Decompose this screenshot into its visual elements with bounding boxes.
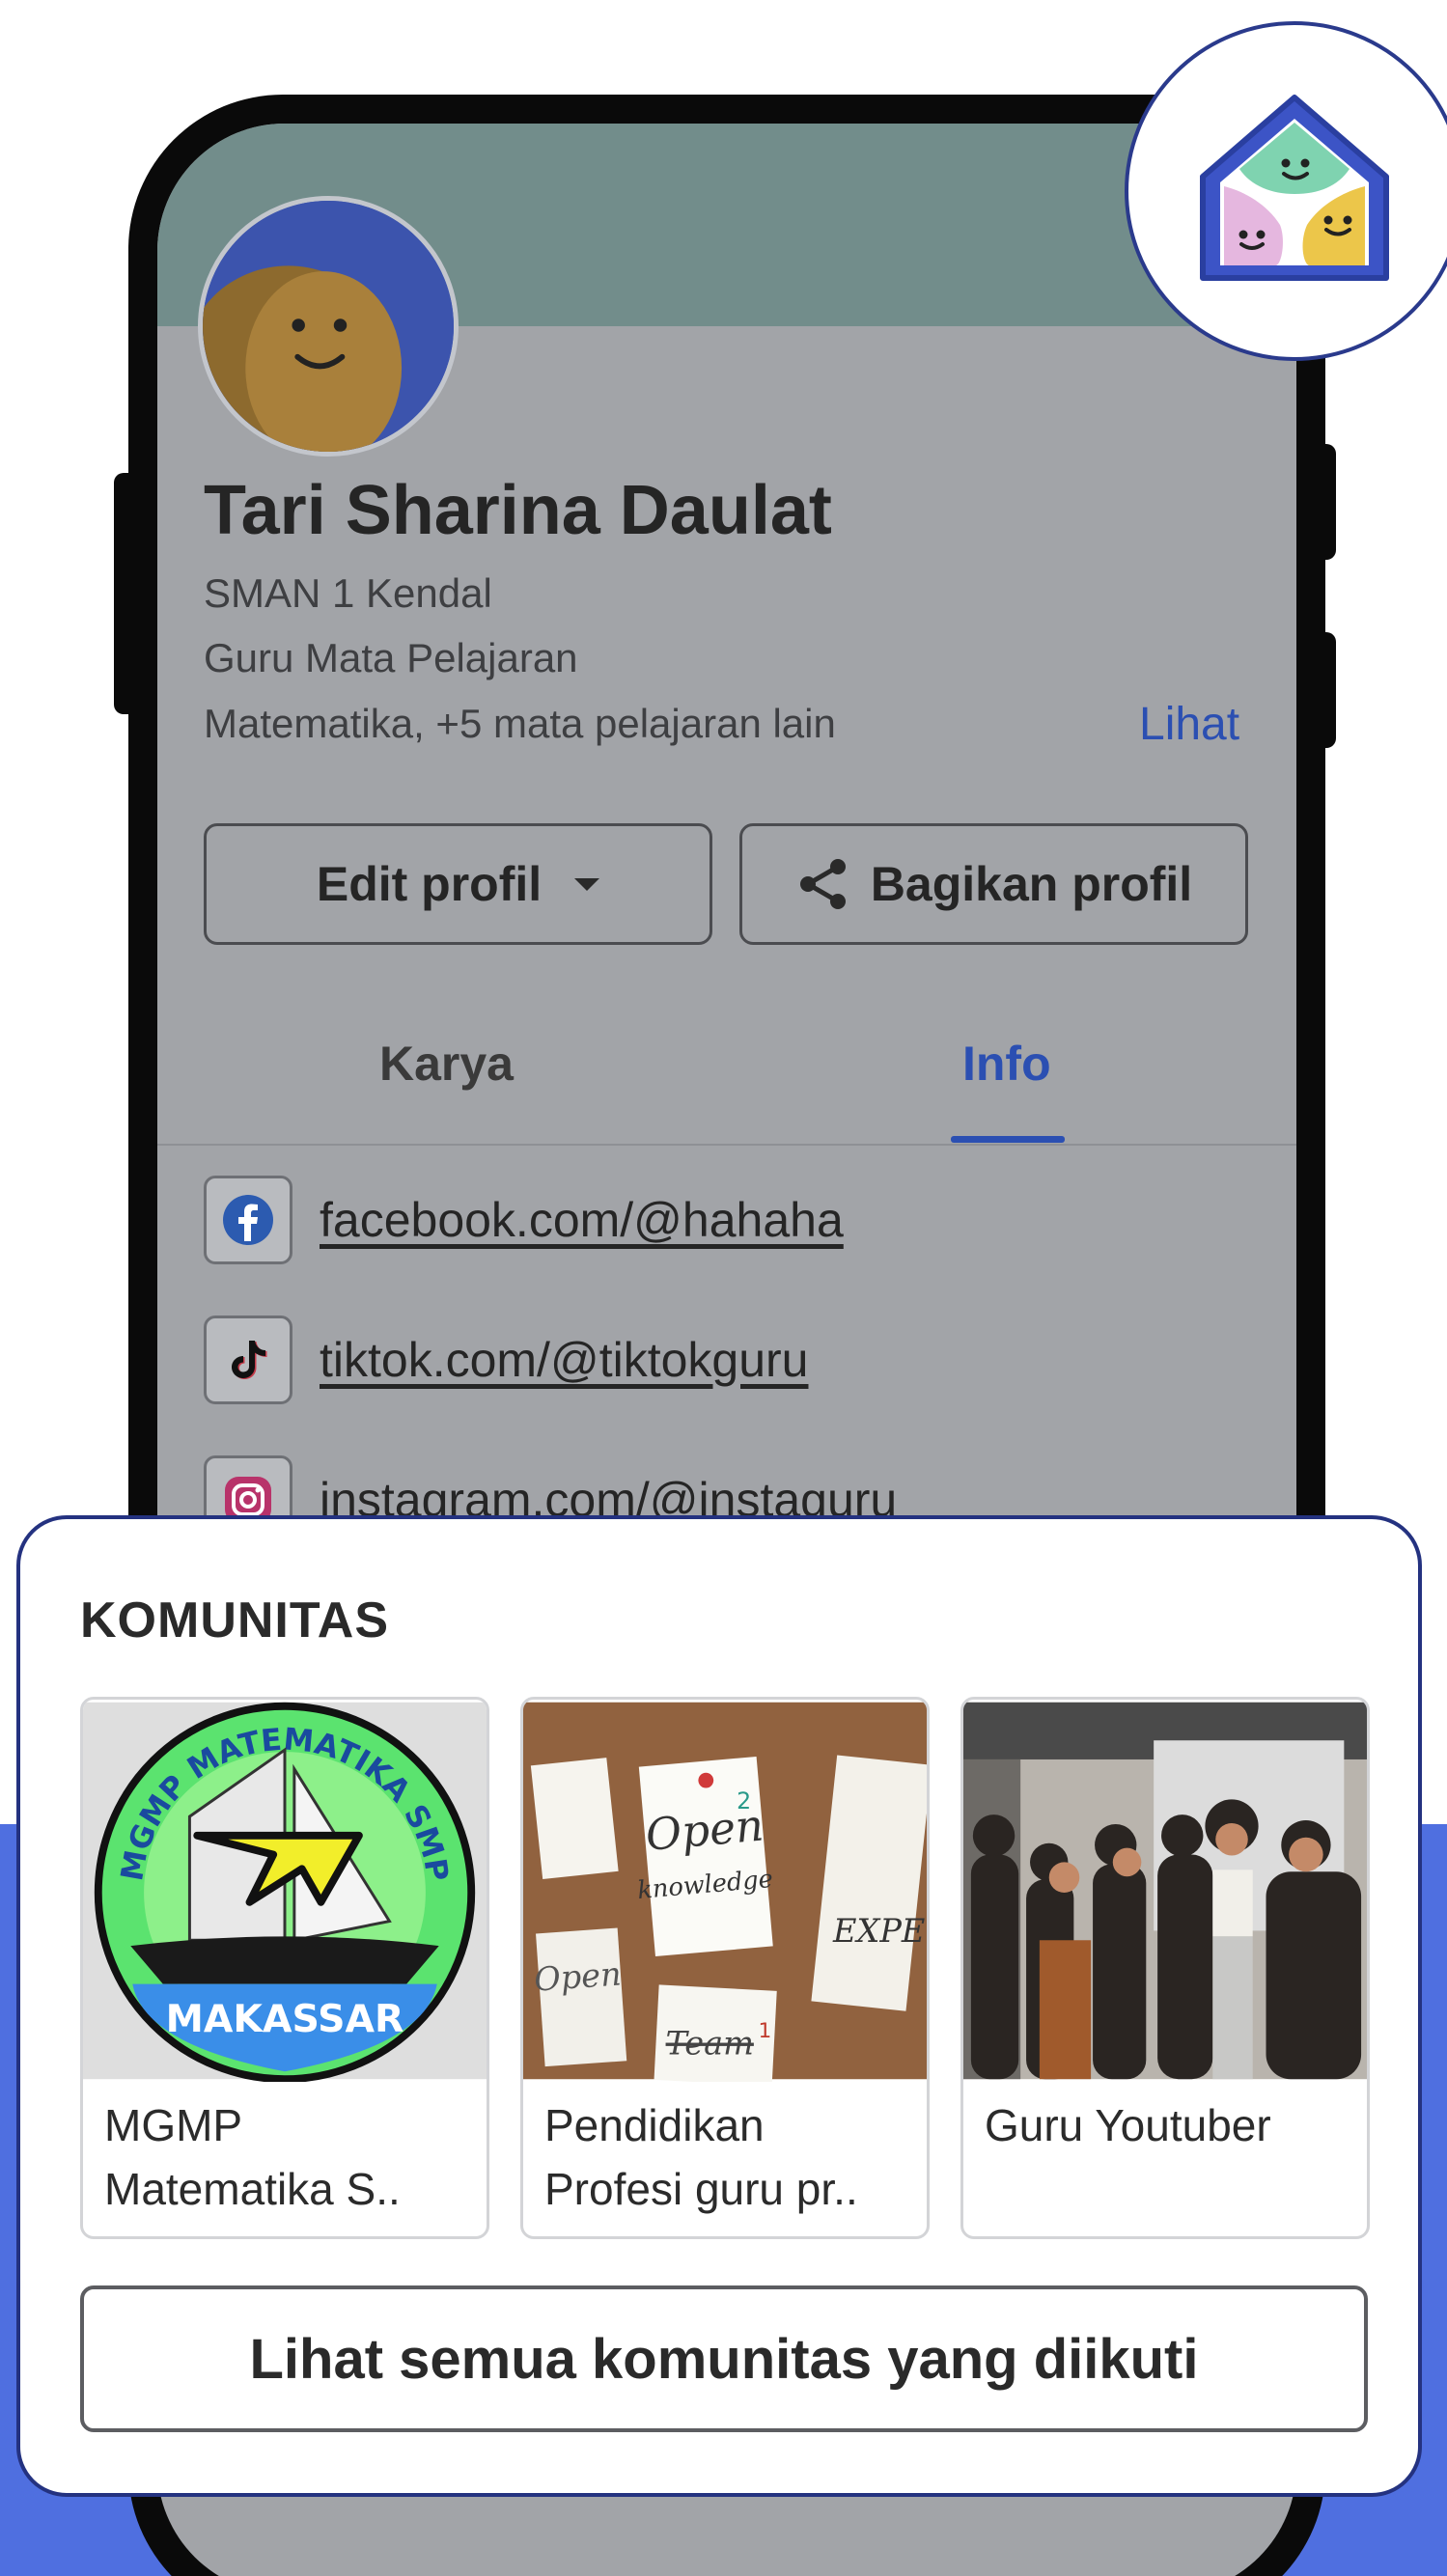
share-profile-label: Bagikan profil [870,857,1193,911]
profile-role: Guru Mata Pelajaran [204,635,578,680]
community-card: KOMUNITAS MGMP MATEMATIKA SMP MAKASSAR M… [16,1515,1422,2497]
avatar[interactable] [198,196,459,457]
community-item[interactable]: Guru Youtuber [960,1697,1370,2239]
note-text: Open [533,1954,623,1998]
edit-profile-button[interactable]: Edit profil [204,823,712,945]
tab-karya[interactable]: Karya [379,1036,514,1092]
facebook-link[interactable]: facebook.com/@hahaha [320,1192,844,1248]
caret-down-icon [574,877,600,891]
tiktok-link[interactable]: tiktok.com/@tiktokguru [320,1332,808,1388]
community-label: Guru Youtuber [985,2100,1271,2150]
community-label: MGMP Matematika S.. [104,2100,401,2214]
facebook-icon [204,1176,292,1264]
social-row-tiktok: tiktok.com/@tiktokguru [204,1316,808,1404]
share-profile-button[interactable]: Bagikan profil [739,823,1248,945]
profile-school: SMAN 1 Kendal [204,570,492,616]
note-text: Team [666,2025,754,2063]
tiktok-icon [204,1316,292,1404]
community-title: KOMUNITAS [80,1593,390,1648]
note-text: 2 [737,1787,751,1814]
share-icon [799,859,846,909]
banner-text: MAKASSAR [166,1997,404,2041]
see-subjects-link[interactable]: Lihat [1139,698,1239,751]
tabs-divider [157,1144,1296,1146]
note-text: 1 [759,2019,772,2043]
community-thumbnail [963,1702,1367,2080]
active-tab-indicator [951,1136,1065,1143]
social-row-facebook: facebook.com/@hahaha [204,1176,844,1264]
community-thumbnail: MGMP MATEMATIKA SMP MAKASSAR [83,1702,487,2082]
see-all-communities-button[interactable]: Lihat semua komunitas yang diikuti [80,2285,1368,2432]
community-item[interactable]: MGMP MATEMATIKA SMP MAKASSAR MGMP Matema… [80,1697,489,2239]
community-item[interactable]: Open knowledge 2 Open Team 1 EXPE Pendid… [520,1697,930,2239]
profile-name: Tari Sharina Daulat [204,472,832,549]
app-logo [1125,21,1447,361]
community-label: Pendidikan Profesi guru pr.. [544,2100,858,2214]
tab-info[interactable]: Info [962,1036,1051,1092]
edit-profile-label: Edit profil [316,857,543,911]
community-thumbnail: Open knowledge 2 Open Team 1 EXPE [523,1702,927,2082]
note-text: EXPE [832,1912,925,1950]
profile-subjects: Matematika, +5 mata pelajaran lain [204,701,836,746]
